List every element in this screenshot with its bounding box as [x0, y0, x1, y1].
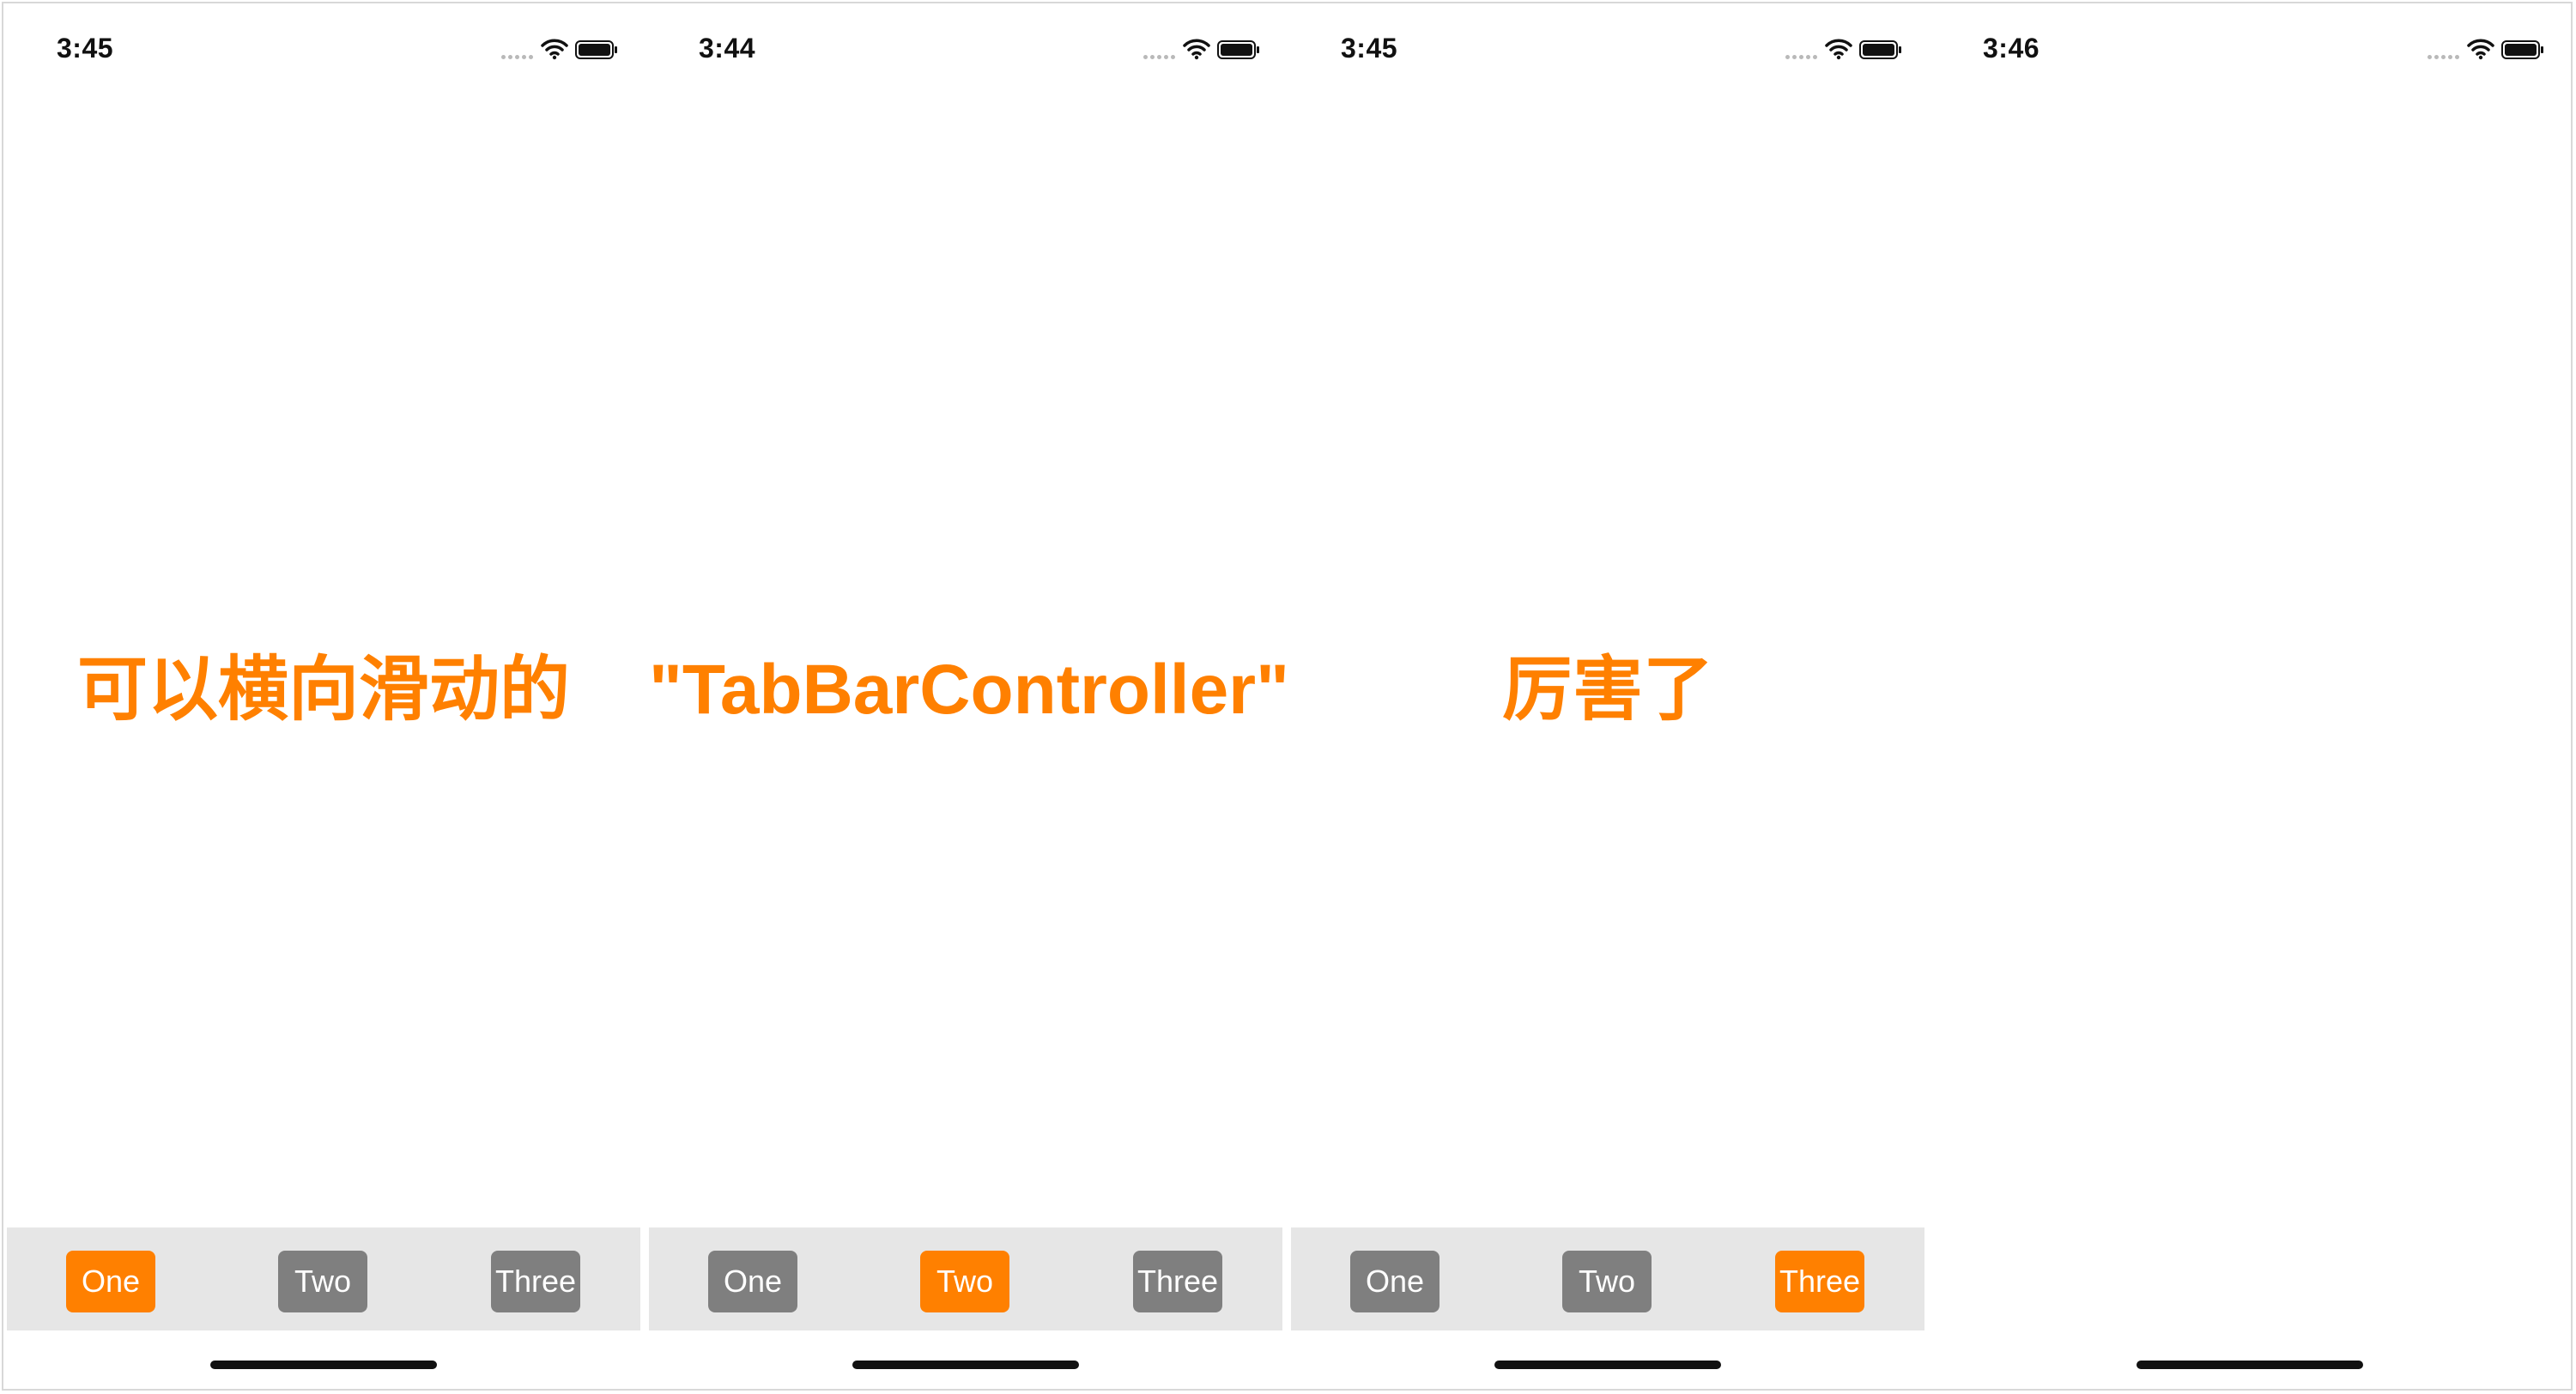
tab-two[interactable]: Two	[920, 1251, 1009, 1312]
status-bar: 3:44	[649, 3, 1282, 98]
battery-icon	[575, 40, 617, 59]
tab-three[interactable]: Three	[491, 1251, 580, 1312]
tab-bar: One Two Three	[649, 1227, 1282, 1330]
home-indicator[interactable]	[852, 1361, 1079, 1369]
content-area	[1933, 98, 2567, 1227]
status-bar: 3:45	[1291, 3, 1924, 98]
status-icons	[501, 38, 621, 64]
status-bar: 3:45	[7, 3, 640, 98]
wifi-icon	[541, 39, 568, 60]
tab-two[interactable]: Two	[278, 1251, 367, 1312]
tab-two[interactable]: Two	[1562, 1251, 1652, 1312]
phone-screen-2: 3:44 "TabBarController" One Two Three	[649, 3, 1289, 1389]
battery-icon	[2501, 40, 2543, 59]
status-time: 3:45	[1341, 33, 1398, 64]
tab-three[interactable]: Three	[1133, 1251, 1222, 1312]
home-indicator[interactable]	[2137, 1361, 2363, 1369]
wifi-icon	[2467, 39, 2494, 60]
status-time: 3:46	[1983, 33, 2040, 64]
status-icons	[1143, 38, 1264, 64]
tab-one[interactable]: One	[1350, 1251, 1440, 1312]
content-area: 厉害了	[1291, 98, 1924, 1227]
phone-screen-3: 3:45 厉害了 One Two Three	[1291, 3, 1924, 1389]
signal-icon	[1143, 55, 1176, 62]
status-icons	[2428, 38, 2548, 64]
battery-icon	[1859, 40, 1901, 59]
tab-one[interactable]: One	[66, 1251, 155, 1312]
status-time: 3:45	[57, 33, 114, 64]
phone-screen-1: 3:45 可以横向滑动的 One Two Three	[7, 3, 640, 1389]
phone-screen-4: 3:46	[1933, 3, 2567, 1389]
page-label: 厉害了	[1501, 651, 1713, 729]
wifi-icon	[1183, 39, 1210, 60]
status-icons	[1785, 38, 1906, 64]
page-label: "TabBarController"	[649, 651, 1289, 729]
signal-icon	[1785, 55, 1818, 62]
status-time: 3:44	[699, 33, 756, 64]
phone-screens: 3:45 可以横向滑动的 One Two Three 3:44 "TabBarC…	[7, 3, 2568, 1389]
home-indicator[interactable]	[1494, 1361, 1721, 1369]
home-indicator[interactable]	[210, 1361, 437, 1369]
content-area: "TabBarController"	[649, 98, 1289, 1227]
tab-three[interactable]: Three	[1775, 1251, 1864, 1312]
tab-one[interactable]: One	[708, 1251, 797, 1312]
battery-icon	[1217, 40, 1259, 59]
content-area: 可以横向滑动的	[7, 98, 640, 1227]
status-bar: 3:46	[1933, 3, 2567, 98]
page-label: 可以横向滑动的	[76, 651, 570, 729]
wifi-icon	[1825, 39, 1852, 60]
tab-bar: One Two Three	[1291, 1227, 1924, 1330]
signal-icon	[2428, 55, 2460, 62]
tab-bar: One Two Three	[7, 1227, 640, 1330]
signal-icon	[501, 55, 534, 62]
